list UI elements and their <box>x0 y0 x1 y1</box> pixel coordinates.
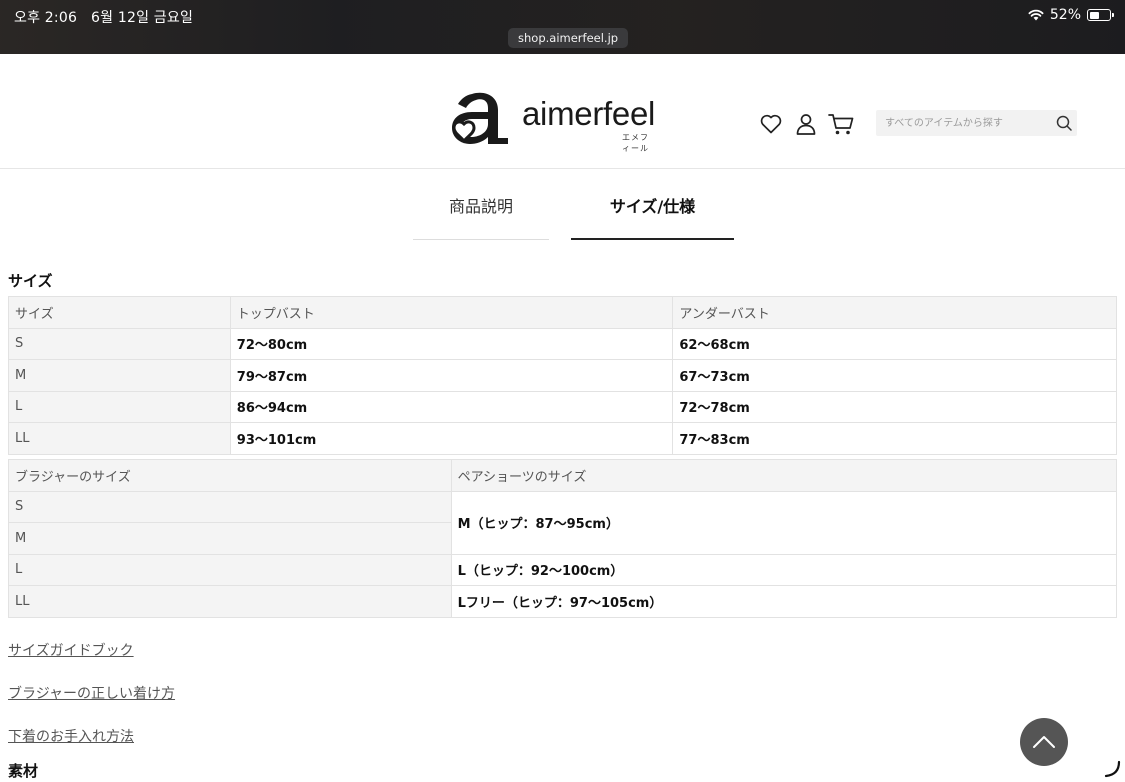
shorts-size-cell: Lフリー（ヒップ：97〜105cm） <box>450 585 1118 618</box>
status-time-text: 오후 2:06 <box>14 10 78 26</box>
column-header: トップバスト <box>229 296 674 329</box>
size-cell: LL <box>8 422 231 455</box>
logo-wordmark: aimerfeel <box>522 95 656 132</box>
battery-icon <box>1087 9 1114 21</box>
size-cell: M <box>8 359 231 392</box>
size-table: サイズ トップバスト アンダーバスト S 72〜80cm 62〜68cm M 7… <box>8 296 1117 455</box>
wifi-icon <box>1028 9 1044 21</box>
battery-fill <box>1089 11 1099 19</box>
under-bust-cell: 77〜83cm <box>672 422 1117 455</box>
lingerie-care-link[interactable]: 下着のお手入れ方法 <box>8 726 134 746</box>
column-header: サイズ <box>8 296 231 329</box>
cart-icon[interactable] <box>828 112 854 136</box>
size-cell: S <box>8 327 231 360</box>
size-section-title: サイズ <box>8 272 53 290</box>
table-row: L L（ヒップ：92〜100cm） <box>8 553 1118 586</box>
account-icon[interactable] <box>794 112 818 136</box>
tab-size-specs[interactable]: サイズ/仕様 <box>571 185 734 240</box>
status-time: 오후 2:06 6월 12일 금요일 <box>14 7 193 27</box>
logo-subtitle: エメフィール <box>622 133 649 153</box>
top-bust-cell: 93〜101cm <box>229 422 674 455</box>
top-bust-cell: 72〜80cm <box>229 327 674 360</box>
table-row: S M（ヒップ：87〜95cm） <box>8 490 1118 555</box>
bra-size-cell: M <box>8 522 452 555</box>
bra-size-cell: L <box>8 553 452 586</box>
resize-corner-icon <box>1104 760 1121 778</box>
table-row: M 79〜87cm 67〜73cm <box>8 359 1117 392</box>
pair-shorts-table: ブラジャーのサイズ ペアショーツのサイズ S M（ヒップ：87〜95cm） M … <box>8 459 1118 618</box>
battery-percent: 52% <box>1049 7 1081 23</box>
status-bar: 오후 2:06 6월 12일 금요일 shop.aimerfeel.jp 52% <box>0 0 1125 54</box>
table-row: S 72〜80cm 62〜68cm <box>8 327 1117 360</box>
scroll-to-top-button[interactable] <box>1020 718 1068 766</box>
top-bust-cell: 86〜94cm <box>229 390 674 423</box>
size-cell: L <box>8 390 231 423</box>
search-icon[interactable] <box>1055 114 1073 132</box>
bra-size-cell: S <box>8 490 452 523</box>
table-row: LL 93〜101cm 77〜83cm <box>8 422 1117 455</box>
status-right: 52% <box>1028 7 1114 23</box>
table-row: L 86〜94cm 72〜78cm <box>8 390 1117 423</box>
table-header-row: サイズ トップバスト アンダーバスト <box>8 296 1117 329</box>
address-bar-url[interactable]: shop.aimerfeel.jp <box>508 28 629 48</box>
heart-icon[interactable] <box>759 112 783 136</box>
shorts-size-cell: M（ヒップ：87〜95cm） <box>450 490 1118 555</box>
status-date-text: 6월 12일 금요일 <box>91 10 194 26</box>
shorts-size-cell: L（ヒップ：92〜100cm） <box>450 553 1118 586</box>
bra-size-cell: LL <box>8 585 452 618</box>
chevron-up-icon <box>1033 736 1055 748</box>
search-input[interactable] <box>876 110 1046 136</box>
table-row: LL Lフリー（ヒップ：97〜105cm） <box>8 585 1118 618</box>
column-header: ブラジャーのサイズ <box>8 459 452 492</box>
site-logo[interactable]: aimerfeel エメフィール <box>450 88 656 153</box>
table-header-row: ブラジャーのサイズ ペアショーツのサイズ <box>8 459 1118 492</box>
top-bust-cell: 79〜87cm <box>229 359 674 392</box>
under-bust-cell: 67〜73cm <box>672 359 1117 392</box>
material-section-title: 素材 <box>8 762 39 780</box>
under-bust-cell: 72〜78cm <box>672 390 1117 423</box>
site-header: aimerfeel エメフィール <box>0 54 1125 169</box>
tab-product-description[interactable]: 商品説明 <box>413 185 549 240</box>
aimerfeel-logo-mark <box>452 92 508 144</box>
search-box <box>876 110 1077 136</box>
column-header: ペアショーツのサイズ <box>450 459 1118 492</box>
under-bust-cell: 62〜68cm <box>672 327 1117 360</box>
size-guidebook-link[interactable]: サイズガイドブック <box>8 640 134 660</box>
column-header: アンダーバスト <box>672 296 1117 329</box>
bra-wearing-guide-link[interactable]: ブラジャーの正しい着け方 <box>8 683 175 703</box>
